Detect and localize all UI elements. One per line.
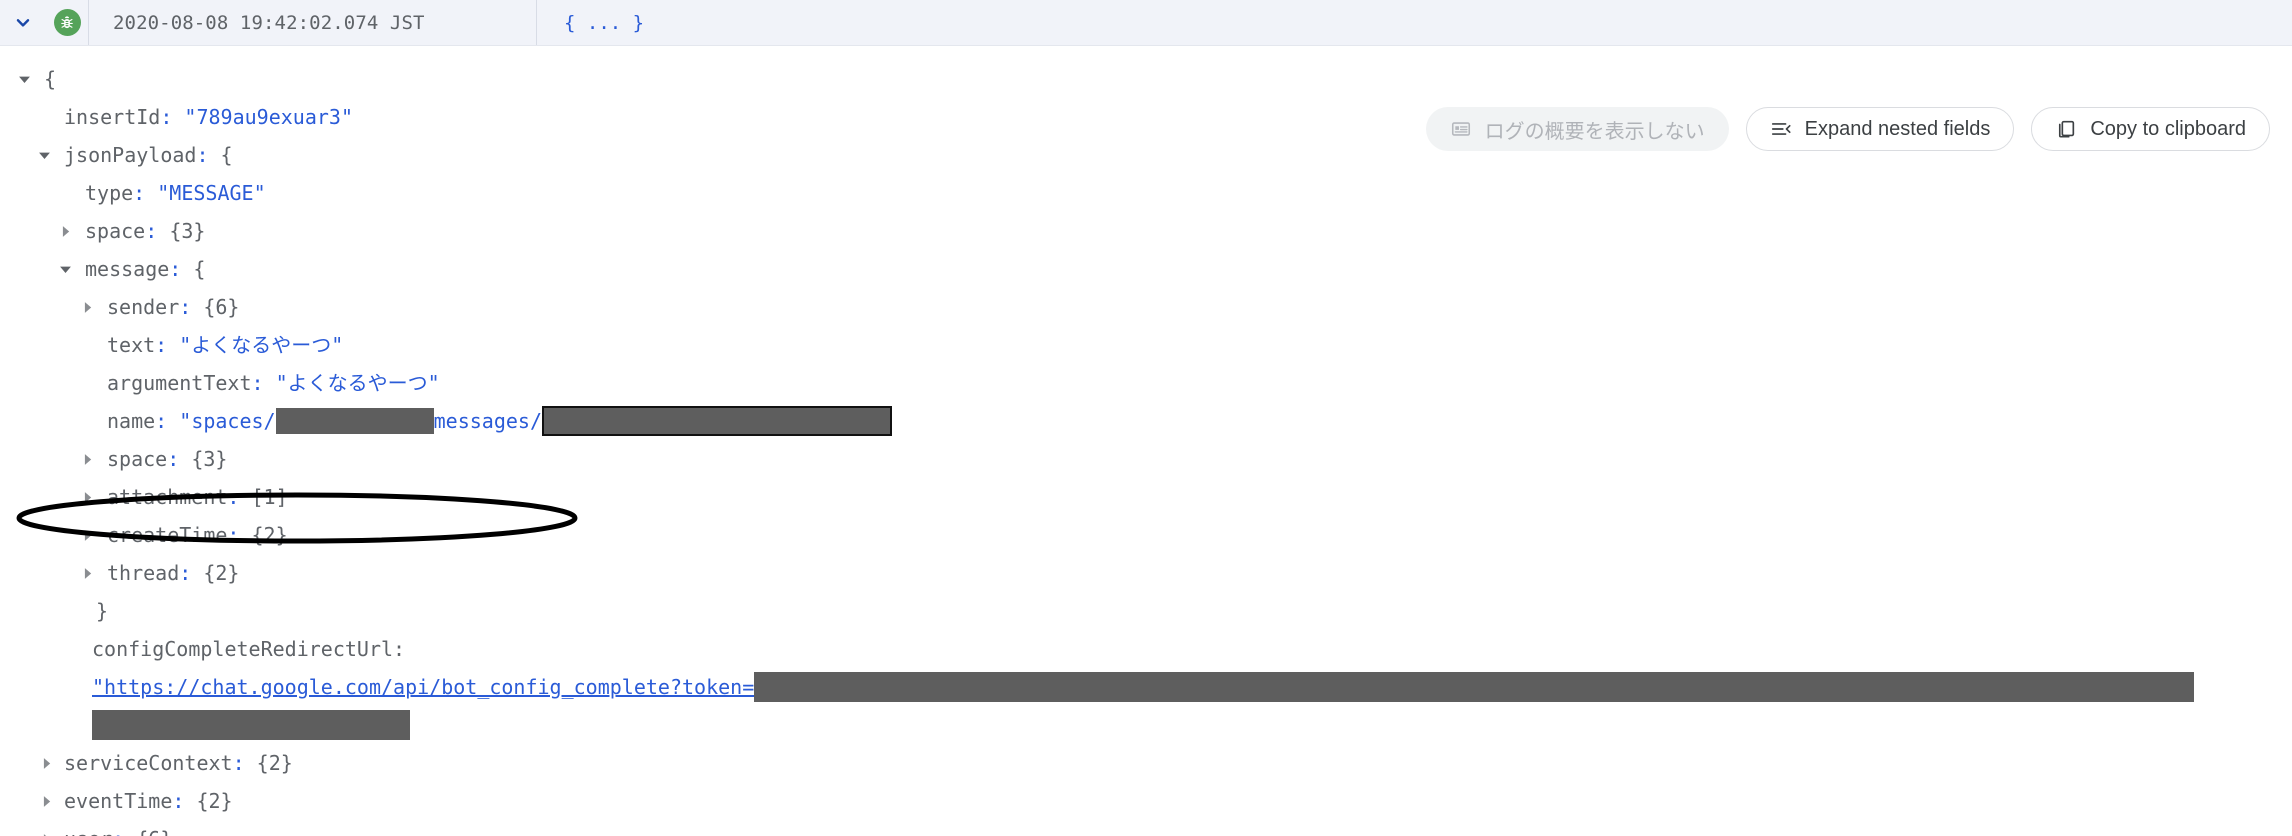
- toggle-collapsed-icon[interactable]: [77, 516, 97, 554]
- json-payload-viewer: ログの概要を表示しない Expand nested fields Copy to…: [0, 46, 2292, 836]
- json-row: sender: {6}: [0, 288, 2292, 326]
- toggle-collapsed-icon[interactable]: [36, 744, 56, 782]
- json-key: type: [85, 181, 134, 205]
- json-row: space: {3}: [0, 212, 2292, 250]
- log-timestamp: 2020-08-08 19:42:02.074 JST: [113, 11, 425, 34]
- log-summary[interactable]: { ... }: [537, 12, 644, 34]
- json-key: configCompleteRedirectUrl: [92, 637, 394, 661]
- json-row: text: "よくなるやーつ": [0, 326, 2292, 364]
- chevron-down-icon: [12, 12, 34, 34]
- viewer-toolbar: ログの概要を表示しない Expand nested fields Copy to…: [1425, 107, 2270, 151]
- json-value: "よくなるやーつ": [275, 371, 440, 395]
- json-key: space: [85, 219, 146, 243]
- json-row-attachment: attachment: [1]: [0, 478, 2292, 516]
- json-value-spaces: spaces/: [191, 409, 276, 433]
- hide-log-summary-button[interactable]: ログの概要を表示しない: [1425, 107, 1729, 151]
- json-value: [1]: [251, 485, 288, 509]
- expand-nested-icon: [1770, 118, 1792, 140]
- json-value: {2}: [251, 523, 288, 547]
- json-row: configCompleteRedirectUrl:: [0, 630, 2292, 668]
- json-row: [0, 706, 2292, 744]
- json-key: user: [64, 820, 112, 836]
- json-brace: }: [96, 599, 109, 623]
- redacted-token: [754, 672, 2195, 702]
- json-value: {6}: [136, 820, 172, 836]
- json-value: "MESSAGE": [157, 181, 266, 205]
- json-key: thread: [107, 561, 180, 585]
- json-value: {: [220, 143, 233, 167]
- json-key: argumentText: [107, 371, 252, 395]
- toggle-collapsed-icon[interactable]: [36, 820, 56, 836]
- severity-indicator: [46, 9, 88, 36]
- json-value: {: [193, 257, 206, 281]
- json-value-prefix: ": [179, 409, 192, 433]
- json-value-messages: messages/: [433, 409, 542, 433]
- json-key: name: [107, 409, 156, 433]
- json-key: attachment: [107, 485, 228, 509]
- json-row: {: [0, 60, 2292, 98]
- json-key: eventTime: [64, 789, 173, 813]
- log-summary-icon: [1450, 118, 1472, 140]
- json-brace: {: [44, 67, 57, 91]
- json-key: message: [85, 257, 170, 281]
- json-row: eventTime: {2}: [0, 782, 2292, 820]
- json-value: {2}: [203, 561, 240, 585]
- redacted-message-id: [541, 406, 892, 436]
- bug-icon: [53, 9, 81, 36]
- json-value: {2}: [256, 751, 293, 775]
- json-row: space: {3}: [0, 440, 2292, 478]
- json-value: "789au9exuar3": [184, 105, 353, 129]
- log-entry-header[interactable]: 2020-08-08 19:42:02.074 JST { ... }: [0, 0, 2292, 46]
- expand-nested-fields-button[interactable]: Expand nested fields: [1745, 107, 2015, 151]
- json-value: "よくなるやーつ": [179, 333, 344, 357]
- json-row: thread: {2}: [0, 554, 2292, 592]
- json-row: name: " spaces/messages/: [0, 402, 2292, 440]
- json-row: argumentText: "よくなるやーつ": [0, 364, 2292, 402]
- redacted-space-id: [275, 408, 434, 434]
- toggle-expanded-icon[interactable]: [14, 60, 34, 98]
- toggle-collapsed-icon[interactable]: [77, 478, 97, 516]
- toggle-expanded-icon[interactable]: [55, 250, 75, 288]
- json-key: sender: [107, 295, 180, 319]
- toggle-collapsed-icon[interactable]: [55, 212, 75, 250]
- config-complete-redirect-url[interactable]: "https://chat.google.com/api/bot_config_…: [92, 668, 754, 706]
- json-row: message: {: [0, 250, 2292, 288]
- json-key: insertId: [64, 105, 161, 129]
- toggle-collapsed-icon[interactable]: [77, 554, 97, 592]
- json-row: type: "MESSAGE": [0, 174, 2292, 212]
- toggle-collapsed-icon[interactable]: [36, 782, 56, 820]
- toggle-collapsed-icon[interactable]: [77, 288, 97, 326]
- expand-log-chevron[interactable]: [0, 12, 46, 34]
- json-row: }: [0, 592, 2292, 630]
- json-row: "https://chat.google.com/api/bot_config_…: [0, 668, 2292, 706]
- copy-to-clipboard-button[interactable]: Copy to clipboard: [2031, 107, 2270, 151]
- json-key: createTime: [107, 523, 228, 547]
- json-row: user: {6}: [0, 820, 2292, 836]
- toggle-collapsed-icon[interactable]: [77, 440, 97, 478]
- redacted-token-continued: [92, 710, 410, 740]
- json-key: jsonPayload: [64, 143, 197, 167]
- copy-to-clipboard-label: Copy to clipboard: [2090, 117, 2246, 140]
- json-row: serviceContext: {2}: [0, 744, 2292, 782]
- json-key: text: [107, 333, 156, 357]
- json-value: {6}: [203, 295, 240, 319]
- json-row: createTime: {2}: [0, 516, 2292, 554]
- json-key: space: [107, 447, 168, 471]
- json-value: {3}: [191, 447, 228, 471]
- toggle-expanded-icon[interactable]: [34, 136, 54, 174]
- json-value: {2}: [196, 789, 233, 813]
- json-key: serviceContext: [64, 751, 233, 775]
- expand-nested-fields-label: Expand nested fields: [1804, 117, 1991, 140]
- copy-icon: [2055, 118, 2077, 140]
- json-value: {3}: [169, 219, 206, 243]
- hide-log-summary-label: ログの概要を表示しない: [1484, 120, 1705, 143]
